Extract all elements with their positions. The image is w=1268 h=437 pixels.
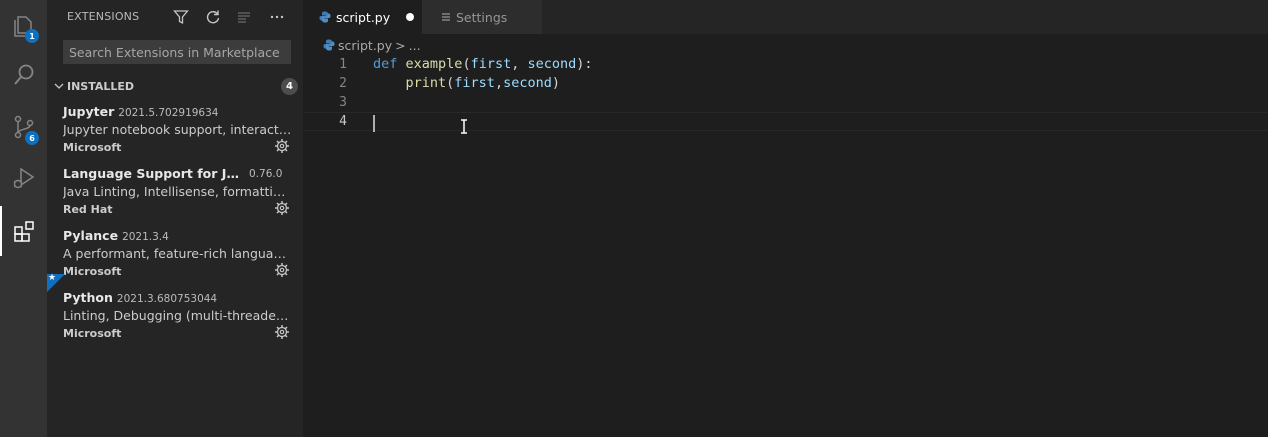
- installed-section-header[interactable]: INSTALLED 4: [47, 76, 303, 98]
- line-content: print(first,second): [373, 74, 560, 93]
- punctuation-token: ):: [576, 56, 593, 72]
- search-icon: [13, 64, 33, 85]
- star-icon: ★: [48, 273, 57, 283]
- tab-strip: script.py Settings: [303, 0, 1268, 34]
- activity-bar: 1 6: [0, 0, 47, 437]
- python-file-icon: [323, 39, 335, 51]
- code-line: 3: [303, 93, 1268, 112]
- keyword-token: def: [373, 56, 398, 72]
- breadcrumb-rest[interactable]: ...: [409, 38, 421, 53]
- extensions-view-button[interactable]: [0, 206, 47, 256]
- search-view-button[interactable]: [0, 50, 47, 100]
- sidebar-header: EXTENSIONS: [47, 0, 303, 34]
- extension-name: Pylance: [63, 228, 119, 243]
- ibeam-cursor-icon: [461, 119, 467, 134]
- tab-settings[interactable]: Settings: [422, 0, 542, 34]
- line-number: 4: [339, 114, 347, 129]
- extension-description: A performant, feature-rich language serv…: [63, 246, 293, 261]
- extension-item-pylance[interactable]: Pylance 2021.3.4 A performant, feature-ri…: [47, 226, 303, 288]
- parameter-token: second: [503, 75, 552, 91]
- breadcrumb: script.py > ...: [323, 37, 424, 53]
- explorer-button[interactable]: 1: [0, 0, 47, 50]
- line-number: 1: [339, 57, 347, 72]
- line-content: def example(first, second):: [373, 55, 593, 74]
- punctuation-token: ,: [511, 56, 528, 72]
- extension-publisher: Microsoft: [63, 141, 122, 154]
- section-title: INSTALLED: [67, 80, 135, 93]
- editor-area: script.py Settings script.py > ... 1 def…: [303, 0, 1268, 437]
- python-file-icon: [319, 11, 331, 23]
- tab-label: script.py: [336, 9, 391, 25]
- extension-name: Jupyter: [63, 104, 115, 119]
- extension-description: Jupyter notebook support, interactive pr…: [63, 122, 293, 137]
- gear-icon[interactable]: [274, 138, 290, 154]
- explorer-badge: 1: [25, 29, 39, 43]
- source-control-button[interactable]: 6: [0, 102, 47, 152]
- extension-version: 0.76.0: [249, 168, 283, 180]
- function-token: example: [405, 56, 463, 72]
- breadcrumb-separator: >: [395, 37, 406, 53]
- punctuation-token: (: [462, 56, 471, 72]
- extension-version: 2021.3.4: [122, 231, 169, 243]
- source-control-badge: 6: [25, 131, 39, 145]
- unsaved-dot-icon[interactable]: [406, 13, 415, 21]
- extension-description: Java Linting, Intellisense, formatting, …: [63, 184, 293, 199]
- filter-button[interactable]: [171, 7, 191, 27]
- extension-publisher: Red Hat: [63, 203, 113, 216]
- refresh-button[interactable]: [203, 7, 223, 27]
- punctuation-token: ,: [494, 75, 504, 91]
- extension-name-row: Pylance 2021.3.4: [63, 228, 169, 244]
- indent-token: [373, 75, 406, 91]
- gear-icon[interactable]: [274, 262, 290, 278]
- parameter-token: second: [527, 56, 577, 72]
- more-icon: [270, 15, 284, 19]
- extension-item-jupyter[interactable]: Jupyter 2021.5.702919634 Jupyter notebook…: [47, 102, 303, 164]
- extensions-icon: [13, 221, 34, 242]
- chevron-down-icon: [54, 83, 64, 89]
- code-line: 1 def example(first, second):: [303, 55, 1268, 74]
- extension-search-input[interactable]: [63, 40, 291, 64]
- extension-publisher: Microsoft: [63, 327, 122, 340]
- clear-results-button[interactable]: [234, 7, 254, 27]
- extension-publisher: Microsoft: [63, 265, 122, 278]
- code-line: 2 print(first,second): [303, 74, 1268, 93]
- refresh-icon: [206, 10, 220, 24]
- text-cursor: [373, 115, 375, 132]
- sidebar-title: EXTENSIONS: [67, 10, 140, 23]
- run-debug-button[interactable]: [0, 153, 47, 203]
- clear-icon: [238, 12, 250, 23]
- run-debug-icon: [13, 167, 34, 189]
- extension-version: 2021.3.680753044: [116, 293, 218, 305]
- filter-icon: [173, 10, 189, 25]
- extension-name: Language Support for Java(TM) by Red Hat: [63, 166, 245, 181]
- extension-item-python[interactable]: ★ Python 2021.3.680753044 Linting, Debugg…: [47, 273, 303, 350]
- extensions-sidebar: EXTENSIONS INSTALLED 4: [47, 0, 303, 437]
- settings-file-icon: [442, 13, 450, 21]
- extension-name-row: Jupyter 2021.5.702919634: [63, 104, 218, 120]
- tab-script-py[interactable]: script.py: [303, 0, 422, 34]
- current-code-line: 4: [303, 112, 1268, 132]
- gear-icon[interactable]: [274, 324, 290, 340]
- parameter-token: first: [454, 75, 495, 91]
- extension-name-row: Language Support for Java(TM) by Red Hat…: [63, 166, 282, 181]
- line-number: 2: [339, 76, 347, 91]
- installed-count-badge: 4: [281, 78, 298, 95]
- function-token: print: [405, 75, 447, 91]
- extension-name: Python: [63, 290, 113, 305]
- extension-name-row: Python 2021.3.680753044: [63, 290, 217, 306]
- extension-item-java[interactable]: Language Support for Java(TM) by Red Hat…: [47, 164, 303, 226]
- extension-version: 2021.5.702919634: [118, 107, 219, 119]
- punctuation-token: ): [551, 75, 560, 91]
- tab-label: Settings: [456, 9, 508, 25]
- gear-icon[interactable]: [274, 200, 290, 216]
- parameter-token: first: [470, 56, 512, 72]
- extension-description: Linting, Debugging (multi-threaded, remo…: [63, 308, 293, 323]
- breadcrumb-file[interactable]: script.py: [338, 38, 392, 53]
- line-number: 3: [339, 95, 347, 110]
- more-actions-button[interactable]: [267, 7, 287, 27]
